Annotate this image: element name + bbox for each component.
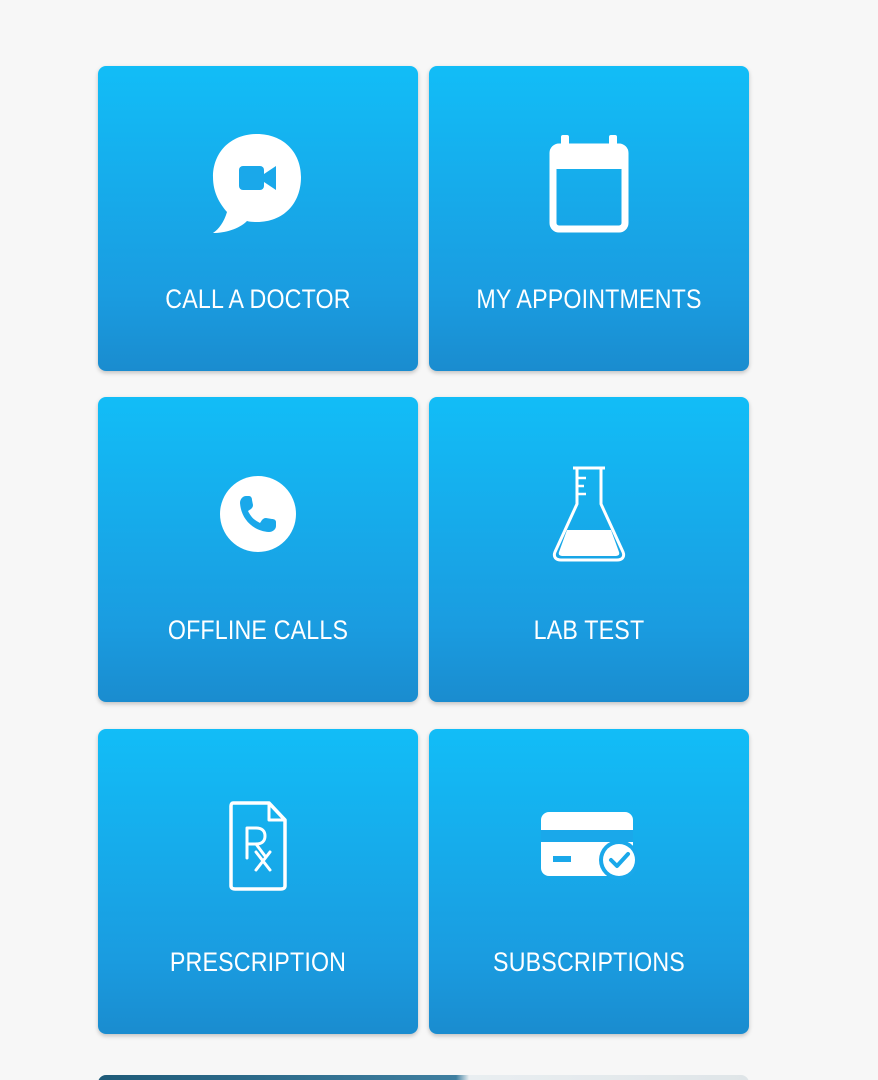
tile-label: OFFLINE CALLS [167, 615, 349, 645]
video-chat-icon [98, 128, 418, 238]
my-appointments-tile[interactable]: MY APPOINTMENTS [429, 66, 749, 371]
tile-label: PRESCRIPTION [169, 947, 347, 977]
prescription-icon [98, 791, 418, 901]
tile-label: MY APPOINTMENTS [476, 284, 702, 314]
calendar-icon [429, 128, 749, 238]
tile-label: SUBSCRIPTIONS [493, 947, 685, 977]
prescription-tile[interactable]: PRESCRIPTION [98, 729, 418, 1034]
lab-test-tile[interactable]: LAB TEST [429, 397, 749, 702]
phone-icon [98, 459, 418, 569]
call-a-doctor-tile[interactable]: CALL A DOCTOR [98, 66, 418, 371]
subscriptions-tile[interactable]: SUBSCRIPTIONS [429, 729, 749, 1034]
tile-label: LAB TEST [533, 615, 645, 645]
tile-label: CALL A DOCTOR [165, 284, 351, 314]
credit-card-check-icon [429, 791, 749, 901]
flask-icon [429, 459, 749, 569]
offline-calls-tile[interactable]: OFFLINE CALLS [98, 397, 418, 702]
dashboard-page: CALL A DOCTOR MY APPOINTMENTS OFFLINE CA… [0, 0, 878, 1080]
promo-banner[interactable] [98, 1075, 749, 1080]
